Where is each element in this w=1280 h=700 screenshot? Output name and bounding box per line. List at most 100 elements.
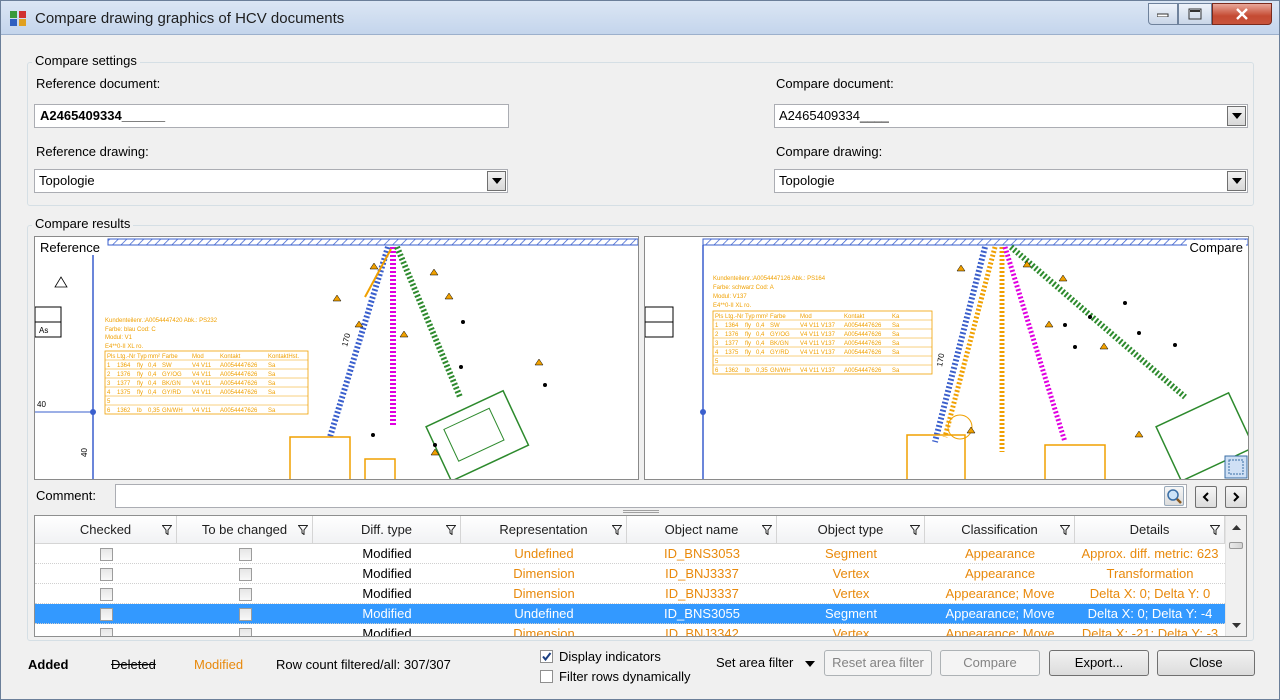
compare-parts-table: Kundenteilenr.:A0054447126 Abk.: PS164 F… [713,276,826,309]
reference-document-field[interactable]: A2465409334______ [34,104,509,128]
row-checkbox[interactable] [238,608,252,622]
dialog-window: Compare drawing graphics of HCV document… [0,0,1280,700]
parts-table-cell: 1375 [725,350,739,356]
search-button[interactable] [1164,486,1184,506]
table-row[interactable]: Modified Dimension ID_BNJ3342 Vertex Appeara… [35,624,1225,637]
splitter-grip[interactable] [623,510,659,513]
filter-icon[interactable] [162,525,172,535]
parts-table-cell: 4 [715,350,719,356]
column-header[interactable]: Diff. type [313,516,461,544]
compare-drawing-view[interactable]: Kundenteilenr.:A0054447126 Abk.: PS164 F… [644,236,1249,480]
parts-table-cell: A0054447626 [220,390,258,396]
reset-area-filter-button[interactable]: Reset area filter [824,650,932,676]
row-checkbox[interactable] [99,608,113,622]
close-button[interactable]: Close [1157,650,1255,676]
cell-name: ID_BNJ3342 [665,626,739,637]
table-row[interactable]: Modified Dimension ID_BNJ3337 Vertex Appeara… [35,584,1225,604]
column-header[interactable]: To be changed [177,516,313,544]
checked-cell[interactable] [35,624,177,636]
parts-table-cell: 1377 [117,381,131,387]
scroll-down-icon[interactable] [1226,618,1247,634]
row-checkbox[interactable] [238,548,252,562]
row-checkbox[interactable] [99,548,113,562]
row-checkbox[interactable] [238,628,252,636]
to-be-changed-cell[interactable] [177,584,313,604]
filter-icon[interactable] [1060,525,1070,535]
filter-icon[interactable] [298,525,308,535]
to-be-changed-cell[interactable] [177,544,313,564]
compare-drawing-canvas: Kundenteilenr.:A0054447126 Abk.: PS164 F… [645,238,1248,479]
table-row[interactable]: Modified Undefined ID_BNS3055 Segment Appear… [35,604,1225,624]
to-be-changed-cell[interactable] [177,564,313,584]
row-checkbox[interactable] [99,568,113,582]
dropdown-arrow[interactable] [487,171,506,191]
checked-cell[interactable] [35,584,177,604]
scroll-up-icon[interactable] [1226,520,1247,536]
cell-details: Delta X: -21; Delta Y: -3 [1081,626,1219,637]
parts-table-cell: 1377 [725,341,739,347]
parts-table-cell: A0054447626 [220,363,258,369]
column-header[interactable]: Object name [627,516,777,544]
compare-document-select[interactable]: A2465409334____ [774,104,1248,128]
parts-table-cell: Kontakt [220,354,241,360]
column-header[interactable]: Representation [461,516,627,544]
filter-icon[interactable] [910,525,920,535]
column-header[interactable]: Checked [35,516,177,544]
table-row[interactable]: Modified Undefined ID_BNS3053 Segment Appear… [35,544,1225,564]
filter-icon[interactable] [612,525,622,535]
filter-icon[interactable] [1210,525,1220,535]
dim-label-left-lower: 40 [80,448,89,457]
close-window-button[interactable] [1212,3,1272,25]
row-checkbox[interactable] [238,588,252,602]
parts-table-cell: 0,4 [148,381,157,387]
column-header[interactable]: Classification [925,516,1075,544]
overview-button[interactable] [1224,455,1248,479]
minimize-button[interactable] [1148,3,1178,25]
parts-table-cell: fly [137,363,143,369]
previous-button[interactable] [1195,486,1217,508]
filter-icon[interactable] [762,525,772,535]
table-row[interactable]: Modified Dimension ID_BNJ3337 Vertex Appeara… [35,564,1225,584]
maximize-button[interactable] [1178,3,1212,25]
reference-drawing-view[interactable]: As 40 40 Kundenteilenr.:A0054447420 Abk.… [34,236,639,480]
cell-rep: Undefined [514,606,574,621]
row-checkbox[interactable] [238,568,252,582]
results-grid[interactable]: Checked To be changed Diff. type Representa… [34,515,1247,637]
cell-cls: Appearance; Move [945,626,1055,637]
reference-drawing-select[interactable]: Topologie [34,169,508,193]
cell-type: Vertex [832,586,870,601]
compare-button[interactable]: Compare [940,650,1040,676]
display-indicators-checkbox[interactable] [540,650,553,663]
parts-table-cell: GY/OG [770,332,790,338]
dropdown-arrow[interactable] [1227,106,1246,126]
row-checkbox[interactable] [99,628,113,636]
parts-table-cell: 1376 [725,332,739,338]
parts-table-cell: Farbe [162,354,178,360]
dropdown-arrow[interactable] [1227,171,1246,191]
next-button[interactable] [1225,486,1247,508]
filter-rows-checkbox[interactable] [540,670,553,683]
filter-rows-label[interactable]: Filter rows dynamically [559,669,690,684]
checked-cell[interactable] [35,604,177,624]
comment-input[interactable] [115,484,1187,508]
ref-table-grid: Pls Ltg.-Nr Typ mm² Farbe Mod Kontakt KontaktHs… [104,350,309,415]
scroll-thumb[interactable] [1229,542,1243,549]
export-button[interactable]: Export... [1049,650,1149,676]
to-be-changed-cell[interactable] [177,624,313,636]
column-header[interactable]: Object type [777,516,925,544]
row-checkbox[interactable] [99,588,113,602]
display-indicators-label[interactable]: Display indicators [559,649,661,664]
cell-details: Transformation [1106,566,1194,581]
compare-drawing-select[interactable]: Topologie [774,169,1248,193]
to-be-changed-cell[interactable] [177,604,313,624]
column-header[interactable]: Details [1075,516,1225,544]
vertical-scrollbar[interactable] [1225,516,1246,636]
title-bar[interactable]: Compare drawing graphics of HCV document… [1,1,1279,35]
compare-settings-title: Compare settings [32,53,140,68]
checked-cell[interactable] [35,544,177,564]
checked-cell[interactable] [35,564,177,584]
parts-table-cell: Ltg.-Nr [725,314,743,320]
set-area-filter-dropdown[interactable]: Set area filter [716,655,815,670]
parts-table-cell: Mod [192,354,204,360]
filter-icon[interactable] [446,525,456,535]
